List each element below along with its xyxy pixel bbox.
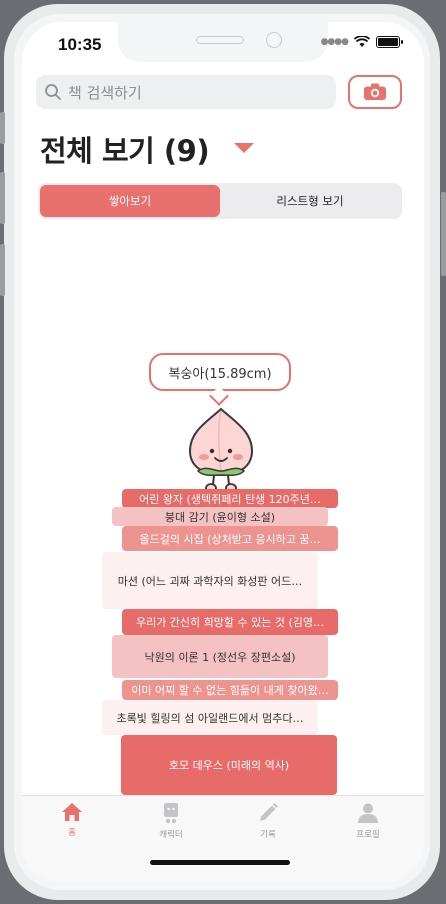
tab-record[interactable]: 기록 bbox=[238, 802, 298, 840]
front-camera bbox=[266, 32, 282, 48]
book-spine[interactable]: 올드걸의 시집 (상처받고 응시하고 꿈… bbox=[122, 526, 338, 551]
tab-profile-label: 프로필 bbox=[356, 830, 380, 840]
wifi-icon bbox=[354, 36, 370, 47]
tab-record-label: 기록 bbox=[260, 830, 276, 840]
dropdown-caret-icon[interactable] bbox=[234, 143, 254, 153]
book-spine[interactable]: 어린 왕자 (생텍쥐페리 탄생 120주년… bbox=[122, 489, 338, 508]
stack-height-label: 복숭아(15.89cm) bbox=[168, 366, 272, 382]
home-icon bbox=[62, 803, 82, 821]
book-title: 우리가 간신히 희망할 수 있는 것 (김영… bbox=[135, 616, 325, 629]
camera-icon bbox=[364, 83, 386, 100]
home-indicator bbox=[150, 860, 290, 865]
view-mode-toggle: 쌓아보기 리스트형 보기 bbox=[38, 183, 402, 219]
book-title: 어린 왕자 (생텍쥐페리 탄생 120주년… bbox=[139, 492, 321, 506]
tab-list-view[interactable]: 리스트형 보기 bbox=[220, 185, 400, 217]
tab-character-label: 캐릭터 bbox=[159, 830, 183, 840]
tab-stack-view[interactable]: 쌓아보기 bbox=[40, 185, 220, 217]
book-spine[interactable]: 초록빛 힐링의 섬 아일랜드에서 멈추다… bbox=[102, 700, 318, 735]
power-button bbox=[441, 192, 446, 276]
mute-switch bbox=[0, 112, 5, 144]
tab-profile[interactable]: 프로필 bbox=[338, 802, 398, 840]
tab-home[interactable]: 홈 bbox=[42, 802, 102, 838]
character-icon bbox=[164, 803, 178, 824]
camera-scan-button[interactable] bbox=[348, 75, 402, 109]
signal-icon: ●●●● bbox=[320, 37, 349, 47]
height-speech-bubble: 복숭아(15.89cm) bbox=[149, 353, 291, 391]
person-icon bbox=[358, 803, 378, 823]
book-spine[interactable]: 붕대 감기 (윤이형 소설) bbox=[112, 507, 328, 526]
book-title: 이미 어찌 할 수 없는 힘듦이 내게 찾아왔… bbox=[131, 684, 329, 697]
speaker-grille bbox=[196, 36, 244, 44]
search-bar[interactable]: 책 검색하기 bbox=[36, 75, 336, 109]
book-title: 초록빛 힐링의 섬 아일랜드에서 멈추다… bbox=[116, 711, 304, 725]
book-title: 마션 (어느 괴짜 과학자의 화성판 어드… bbox=[117, 574, 303, 588]
status-time: 10:35 bbox=[58, 35, 102, 54]
book-spine[interactable]: 낙원의 이론 1 (정선우 장편소설) bbox=[112, 635, 328, 678]
volume-down-button bbox=[0, 244, 5, 296]
book-title: 호모 데우스 (미래의 역사) bbox=[168, 759, 290, 772]
book-title: 낙원의 이론 1 (정선우 장편소설) bbox=[144, 650, 296, 664]
status-icons: ●●●● bbox=[320, 36, 403, 48]
book-spine[interactable]: 우리가 간신히 희망할 수 있는 것 (김영… bbox=[122, 609, 338, 635]
book-title: 올드걸의 시집 (상처받고 응시하고 꿈… bbox=[139, 532, 321, 546]
book-spine[interactable]: 이미 어찌 할 수 없는 힘듦이 내게 찾아왔… bbox=[122, 680, 338, 700]
page-title: 전체 보기 (9) bbox=[40, 134, 210, 168]
book-spine[interactable]: 마션 (어느 괴짜 과학자의 화성판 어드… bbox=[102, 552, 318, 609]
notch bbox=[118, 22, 328, 62]
book-title: 붕대 감기 (윤이형 소설) bbox=[164, 510, 276, 524]
pencil-icon bbox=[260, 803, 278, 821]
battery-icon bbox=[376, 36, 403, 48]
bottom-tab-bar: 홈 캐릭터 기록 프로필 bbox=[22, 795, 424, 882]
peach-mascot-icon bbox=[188, 407, 254, 493]
tab-home-label: 홈 bbox=[68, 828, 76, 838]
volume-up-button bbox=[0, 172, 5, 224]
search-input[interactable]: 책 검색하기 bbox=[68, 82, 142, 103]
app-screen: 10:35 ●●●● 책 검색하기 전체 보기 (9) 쌓아보기 리스트형 보기… bbox=[22, 22, 424, 882]
book-spine[interactable]: 호모 데우스 (미래의 역사) bbox=[121, 735, 337, 795]
search-icon bbox=[45, 84, 61, 100]
tab-character[interactable]: 캐릭터 bbox=[141, 802, 201, 840]
